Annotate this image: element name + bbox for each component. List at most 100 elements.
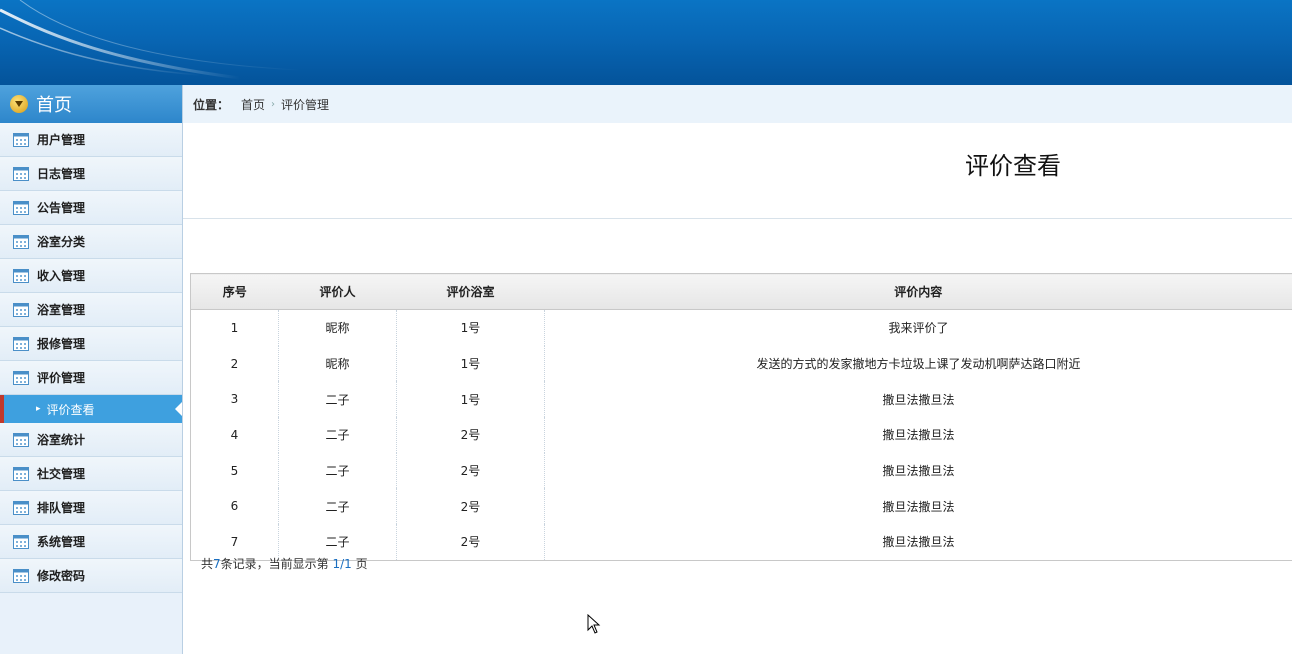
sidebar: 首页 用户管理 日志管理 公告管理 浴室分类 收入管理 浴室管理 报修管理 评价…: [0, 85, 183, 654]
cell-content: 我来评价了: [888, 321, 949, 336]
active-indicator: [175, 402, 182, 416]
pager-total: 7: [213, 557, 221, 571]
pager-page: 1/1: [332, 557, 352, 571]
cell-index: 6: [190, 488, 279, 525]
sidebar-item-user-management[interactable]: 用户管理: [0, 123, 182, 157]
sidebar-item-label: 日志管理: [37, 167, 86, 181]
cell-reviewer: 二子: [278, 452, 397, 489]
main-content: 评价查看 序号 评价人 评价浴室 评价内容 1 昵称 1号 我来评价了 2 昵称: [183, 123, 1292, 654]
sidebar-item-label: 收入管理: [37, 269, 86, 283]
cell-bathroom: 1号: [396, 309, 545, 346]
sidebar-item-change-password[interactable]: 修改密码: [0, 559, 182, 593]
cell-index: 3: [190, 381, 279, 418]
cell-content: 撒旦法撒旦法: [882, 535, 955, 550]
sidebar-home[interactable]: 首页: [0, 85, 182, 123]
page-title-area: 评价查看: [183, 123, 1292, 219]
cell-bathroom: 2号: [396, 524, 545, 561]
cell-content: 撒旦法撒旦法: [882, 499, 955, 514]
cell-index: 2: [190, 345, 279, 382]
sidebar-item-label: 公告管理: [37, 201, 86, 215]
column-header-bathroom: 评价浴室: [396, 273, 545, 310]
banner-light-decoration: [0, 0, 301, 80]
breadcrumb-home-link[interactable]: 首页: [241, 96, 265, 113]
cell-bathroom: 2号: [396, 488, 545, 525]
sidebar-subitem-label: 评价查看: [46, 402, 95, 417]
calendar-icon: [13, 467, 29, 481]
cell-index: 1: [190, 309, 279, 346]
pager-prefix: 共: [201, 557, 214, 571]
cell-content: 撒旦法撒旦法: [882, 392, 955, 407]
calendar-icon: [13, 167, 29, 181]
cell-reviewer: 二子: [278, 488, 397, 525]
mouse-cursor-icon: [587, 614, 601, 634]
sidebar-item-label: 浴室分类: [37, 235, 86, 249]
calendar-icon: [13, 433, 29, 447]
column-header-reviewer: 评价人: [278, 273, 397, 310]
calendar-icon: [13, 337, 29, 351]
cell-bathroom: 2号: [396, 417, 545, 453]
cell-reviewer: 昵称: [278, 309, 397, 346]
cell-reviewer: 二子: [278, 417, 397, 453]
sidebar-item-social-management[interactable]: 社交管理: [0, 457, 182, 491]
sidebar-item-label: 评价管理: [37, 371, 86, 385]
cell-bathroom: 1号: [396, 345, 545, 382]
cell-reviewer: 昵称: [278, 345, 397, 382]
review-table: 序号 评价人 评价浴室 评价内容 1 昵称 1号 我来评价了 2 昵称 1号 发…: [190, 273, 1292, 561]
column-header-index: 序号: [190, 273, 279, 310]
sidebar-item-label: 修改密码: [37, 569, 86, 583]
table-row: 3 二子 1号 撒旦法撒旦法: [190, 381, 1292, 418]
header-banner: [0, 0, 1292, 85]
calendar-icon: [13, 303, 29, 317]
cell-bathroom: 1号: [396, 381, 545, 418]
pagination-info: 共7条记录，当前显示第 1/1 页: [201, 555, 368, 572]
calendar-icon: [13, 569, 29, 583]
table-row: 4 二子 2号 撒旦法撒旦法: [190, 417, 1292, 453]
sidebar-item-queue-management[interactable]: 排队管理: [0, 491, 182, 525]
caret-right-icon: ▸: [36, 404, 41, 414]
breadcrumb-current: 评价管理: [281, 97, 330, 112]
table-row: 5 二子 2号 撒旦法撒旦法: [190, 452, 1292, 489]
sidebar-item-bathroom-management[interactable]: 浴室管理: [0, 293, 182, 327]
sidebar-item-bathroom-category[interactable]: 浴室分类: [0, 225, 182, 259]
page-title: 评价查看: [965, 152, 1061, 180]
calendar-icon: [13, 371, 29, 385]
sidebar-item-repair-management[interactable]: 报修管理: [0, 327, 182, 361]
chevron-right-icon: ›: [271, 98, 276, 110]
calendar-icon: [13, 133, 29, 147]
calendar-icon: [13, 235, 29, 249]
cell-content: 撒旦法撒旦法: [882, 464, 955, 479]
sidebar-item-bathroom-statistics[interactable]: 浴室统计: [0, 423, 182, 457]
cell-index: 5: [190, 452, 279, 489]
calendar-icon: [13, 535, 29, 549]
column-header-content: 评价内容: [544, 273, 1292, 310]
table-header-row: 序号 评价人 评价浴室 评价内容: [190, 273, 1292, 310]
pager-suffix: 页: [351, 557, 368, 571]
sidebar-item-log-management[interactable]: 日志管理: [0, 157, 182, 191]
calendar-icon: [13, 501, 29, 515]
sidebar-item-label: 系统管理: [37, 535, 86, 549]
sidebar-item-announcement-management[interactable]: 公告管理: [0, 191, 182, 225]
cell-reviewer: 二子: [278, 381, 397, 418]
table-row: 2 昵称 1号 发送的方式的发家撤地方卡垃圾上课了发动机啊萨达路口附近: [190, 345, 1292, 382]
chevron-down-icon: [10, 95, 28, 113]
sidebar-subitem-review-view[interactable]: ▸ 评价查看: [0, 395, 182, 423]
table-row: 6 二子 2号 撒旦法撒旦法: [190, 488, 1292, 525]
cell-bathroom: 2号: [396, 452, 545, 489]
sidebar-item-label: 浴室管理: [37, 303, 86, 317]
table-row: 1 昵称 1号 我来评价了: [190, 309, 1292, 346]
cell-content: 发送的方式的发家撤地方卡垃圾上课了发动机啊萨达路口附近: [756, 357, 1081, 372]
breadcrumb: 位置： 首页 › 评价管理: [183, 85, 1292, 123]
sidebar-item-label: 排队管理: [37, 501, 86, 515]
sidebar-item-review-management[interactable]: 评价管理: [0, 361, 182, 395]
calendar-icon: [13, 269, 29, 283]
sidebar-menu: 用户管理 日志管理 公告管理 浴室分类 收入管理 浴室管理 报修管理 评价管理: [0, 123, 182, 593]
calendar-icon: [13, 201, 29, 215]
sidebar-home-label: 首页: [36, 95, 72, 116]
cell-content: 撒旦法撒旦法: [882, 428, 955, 443]
sidebar-item-label: 用户管理: [37, 133, 86, 147]
sidebar-item-label: 报修管理: [37, 337, 86, 351]
sidebar-item-income-management[interactable]: 收入管理: [0, 259, 182, 293]
sidebar-item-label: 浴室统计: [37, 433, 86, 447]
sidebar-item-system-management[interactable]: 系统管理: [0, 525, 182, 559]
sidebar-item-label: 社交管理: [37, 467, 86, 481]
